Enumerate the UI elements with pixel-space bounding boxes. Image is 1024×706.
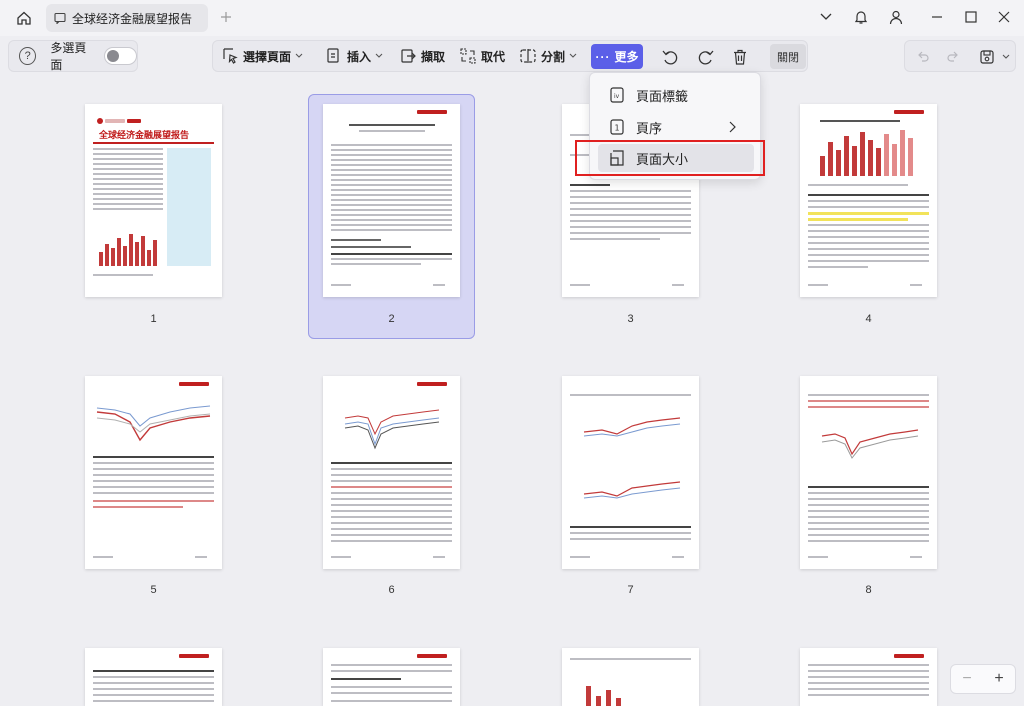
chevron-down-icon — [569, 53, 581, 59]
document-tab[interactable]: 全球经济金融展望报告 — [46, 4, 208, 32]
maximize-button[interactable] — [959, 6, 983, 28]
page-thumbnail-11[interactable] — [562, 648, 699, 706]
minimize-button[interactable] — [925, 6, 949, 28]
page-number-7: 7 — [627, 584, 634, 596]
page-thumbnail-1[interactable]: 全球经济金融展望报告 — [85, 104, 222, 297]
rotate-left-button[interactable] — [661, 47, 683, 67]
edit-history-panel — [904, 40, 1016, 72]
insert-page-icon — [327, 48, 339, 63]
page-thumbnail-12[interactable] — [800, 648, 937, 706]
menu-item-order[interactable]: 1 頁序 — [598, 113, 754, 141]
more-label: 更多 — [614, 50, 639, 64]
page-order-icon: 1 — [610, 119, 624, 135]
delete-button[interactable] — [731, 47, 753, 67]
extract-icon — [401, 49, 416, 63]
chevron-down-icon — [375, 53, 387, 59]
highlight-box — [575, 140, 765, 176]
select-page-label: 選擇頁面 — [243, 49, 292, 64]
help-icon[interactable]: ? — [19, 47, 37, 65]
user-icon — [889, 10, 903, 25]
page-1-title: 全球经济金融展望报告 — [99, 130, 190, 140]
document-tab-title: 全球经济金融展望报告 — [72, 11, 193, 26]
minimize-icon — [932, 16, 942, 18]
more-button[interactable]: ··· 更多 — [591, 44, 643, 69]
save-options-button[interactable] — [999, 47, 1013, 67]
page-toolbar: 選擇頁面 插入 擷取 取代 分割 ··· 更多 關閉 — [212, 40, 808, 72]
insert-label: 插入 — [347, 49, 372, 64]
new-tab-button[interactable] — [216, 6, 236, 28]
undo-icon — [918, 51, 929, 62]
replace-button[interactable]: 取代 — [459, 41, 505, 71]
split-button[interactable]: 分割 — [519, 41, 581, 71]
menu-item-order-text: 頁序 — [636, 120, 663, 136]
document-tab-icon — [54, 11, 68, 25]
insert-button[interactable]: 插入 — [325, 41, 387, 71]
chevron-down-icon — [820, 13, 832, 20]
menu-item-page-label-text: 頁面標籤 — [636, 88, 689, 104]
extract-label: 擷取 — [421, 49, 446, 64]
page-number-1: 1 — [150, 313, 157, 325]
page-label-icon: iv — [610, 87, 624, 103]
zoom-control: − + — [950, 664, 1016, 694]
close-icon — [998, 11, 1010, 23]
multi-select-toggle[interactable] — [104, 47, 137, 65]
zoom-in-button[interactable]: + — [994, 670, 1003, 688]
extract-button[interactable]: 擷取 — [399, 41, 445, 71]
svg-text:iv: iv — [614, 93, 620, 100]
undo-button[interactable] — [913, 47, 933, 67]
cursor-select-icon — [223, 48, 238, 64]
page-number-2: 2 — [388, 313, 395, 325]
select-page-button[interactable]: 選擇頁面 — [221, 41, 307, 71]
page-thumbnail-9[interactable] — [85, 648, 222, 706]
toggle-knob — [107, 50, 120, 62]
home-button[interactable] — [10, 6, 38, 30]
chevron-right-icon — [728, 121, 746, 136]
page-number-8: 8 — [865, 584, 872, 596]
rotate-right-icon — [698, 50, 714, 65]
replace-icon — [460, 48, 476, 64]
split-icon — [520, 49, 536, 63]
save-icon — [980, 50, 994, 64]
ellipsis-icon: ··· — [595, 49, 611, 64]
page-thumbnail-2[interactable] — [323, 104, 460, 297]
multi-select-panel: ? 多選頁面 — [8, 40, 138, 72]
menu-item-page-label[interactable]: iv 頁面標籤 — [598, 81, 754, 109]
page-thumbnail-5[interactable] — [85, 376, 222, 569]
redo-button[interactable] — [943, 47, 963, 67]
rotate-right-button[interactable] — [697, 47, 719, 67]
page-number-5: 5 — [150, 584, 157, 596]
chevron-down-icon — [295, 53, 307, 59]
replace-label: 取代 — [481, 49, 506, 64]
page-number-4: 4 — [865, 313, 872, 325]
close-button[interactable]: 關閉 — [770, 44, 806, 69]
save-button[interactable] — [977, 47, 997, 67]
page-thumbnail-6[interactable] — [323, 376, 460, 569]
close-window-button[interactable] — [992, 6, 1016, 28]
bell-icon — [854, 11, 868, 24]
zoom-out-button[interactable]: − — [962, 670, 971, 688]
page-thumbnail-7[interactable] — [562, 376, 699, 569]
redo-icon — [947, 51, 958, 62]
svg-text:1: 1 — [615, 124, 620, 133]
title-bar: 全球经济金融展望报告 — [0, 0, 1024, 36]
chevron-down-icon — [1002, 54, 1010, 59]
home-icon — [17, 11, 31, 25]
trash-icon — [734, 49, 746, 65]
tab-list-button[interactable] — [814, 6, 838, 28]
notification-button[interactable] — [849, 6, 873, 28]
multi-select-label: 多選頁面 — [50, 41, 87, 72]
page-thumbnail-4[interactable] — [800, 104, 937, 297]
page-thumbnail-10[interactable] — [323, 648, 460, 706]
rotate-left-icon — [662, 50, 678, 65]
split-label: 分割 — [541, 49, 566, 64]
account-button[interactable] — [884, 6, 908, 28]
page-thumbnail-8[interactable] — [800, 376, 937, 569]
plus-icon — [221, 12, 231, 22]
maximize-icon — [965, 11, 977, 23]
page-number-3: 3 — [627, 313, 634, 325]
page-number-6: 6 — [388, 584, 395, 596]
